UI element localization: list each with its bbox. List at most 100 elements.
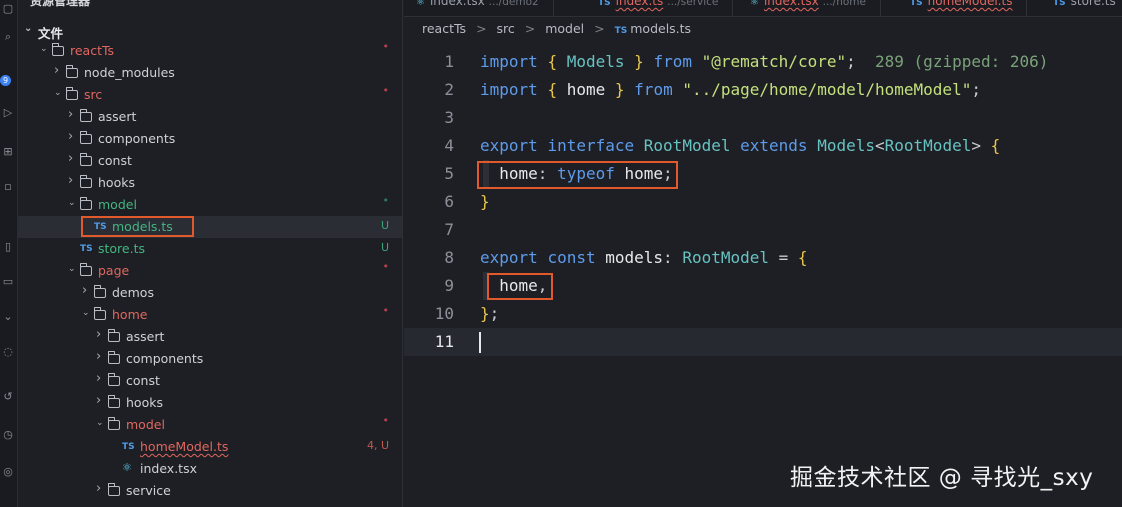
extensions-icon[interactable]: ⊞ (1, 145, 15, 159)
code-text: }; (480, 300, 499, 328)
folder-open-icon (80, 197, 92, 210)
code-token: from (653, 52, 692, 71)
tree-folder[interactable]: › const (18, 150, 402, 172)
line-number: 3 (444, 108, 454, 127)
tab-title: store.ts (1070, 0, 1116, 8)
tree-folder[interactable]: › hooks (18, 172, 402, 194)
tree-item-label: const (126, 373, 160, 388)
terminal-icon[interactable]: ▭ (1, 275, 15, 289)
timeline-icon[interactable]: ↺ (1, 390, 15, 404)
code-token: interface (547, 136, 635, 155)
breadcrumb-file[interactable]: models.ts (630, 21, 691, 36)
tree-item-label: hooks (126, 395, 163, 410)
breadcrumb-item[interactable]: src (497, 21, 515, 36)
search-icon[interactable]: ⌕ (1, 30, 15, 44)
tree-folder[interactable]: › components (18, 348, 402, 370)
git-status-badge: U (380, 219, 389, 232)
run-debug-icon[interactable]: ▷ (1, 106, 15, 120)
editor-tab[interactable]: TS index.ts .../service (586, 0, 734, 16)
explorer-icon[interactable]: ▢ (1, 2, 15, 16)
code-line[interactable]: 10}; (404, 300, 1122, 328)
tree-folder[interactable]: › assert (18, 106, 402, 128)
code-token: ; (489, 304, 500, 323)
code-token: from (634, 80, 673, 99)
tree-item-label: index.tsx (140, 461, 197, 476)
tree-item-label: model (98, 197, 137, 212)
code-token: const (547, 248, 596, 267)
tree-folder[interactable]: ⌄ page • (18, 260, 402, 282)
tree-folder[interactable]: › hooks (18, 392, 402, 414)
code-line[interactable]: 6} (404, 188, 1122, 216)
tree-file[interactable]: TS models.ts U (18, 216, 402, 238)
tab-description: .../home (822, 0, 866, 8)
tree-folder[interactable]: ⌄ model • (18, 194, 402, 216)
code-line[interactable]: 1 import { Models } from "@rematch/core";… (404, 48, 1122, 76)
files-section-header[interactable]: ⌄ 文件 (18, 21, 402, 41)
git-modified-dot: • (382, 194, 390, 207)
code-token: RootModel (643, 136, 731, 155)
tree-folder[interactable]: › assert (18, 326, 402, 348)
breadcrumb-item[interactable]: model (545, 21, 584, 36)
react-icon: ⚛ (416, 0, 425, 8)
tree-item-label: reactTs (70, 43, 115, 58)
git-modified-dot: • (382, 414, 390, 427)
tree-item-label: components (126, 351, 204, 366)
code-line[interactable]: 4 export interface RootModel extends Mode… (404, 132, 1122, 160)
tree-folder[interactable]: ⌄ reactTs • (18, 40, 402, 62)
code-line[interactable]: 3 (404, 104, 1122, 132)
account-icon[interactable]: ◎ (1, 465, 15, 479)
code-line[interactable]: 8 export const models: RootModel = { (404, 244, 1122, 272)
chevron-down-icon: ⌄ (82, 308, 90, 318)
tree-folder[interactable]: › demos (18, 282, 402, 304)
code-token: RootModel (682, 248, 770, 267)
line-number: 9 (444, 276, 454, 295)
tree-folder[interactable]: › const (18, 370, 402, 392)
breadcrumb-item[interactable]: reactTs (422, 21, 466, 36)
line-number: 11 (434, 332, 454, 351)
code-token: RootModel (884, 136, 972, 155)
tree-file[interactable]: TS homeModel.ts 4, U (18, 436, 402, 458)
flask-icon[interactable]: ⌄ (1, 310, 15, 324)
tree-item-label: store.ts (98, 241, 146, 256)
folder-open-icon (94, 307, 106, 320)
clock-icon[interactable]: ◷ (1, 428, 15, 442)
react-icon: ⚛ (122, 461, 132, 474)
tree-item-label: assert (98, 109, 137, 124)
explorer-title: 资源管理器 (30, 0, 91, 8)
code-text: export interface RootModel extends Model… (480, 132, 1000, 160)
typescript-icon: TS (80, 244, 93, 254)
code-token: ; (971, 80, 981, 99)
code-token: "../page/home/model/homeModel" (682, 80, 972, 99)
docker-icon[interactable]: ◌ (1, 345, 15, 359)
code-token: export (480, 136, 538, 155)
tree-folder[interactable]: › components (18, 128, 402, 150)
tree-folder[interactable]: ⌄ src • (18, 84, 402, 106)
code-token: { (990, 136, 1001, 155)
editor-tab[interactable]: TS store.ts (1041, 0, 1122, 16)
remote-icon[interactable]: ▫ (1, 180, 15, 194)
tree-folder[interactable]: › node_modules (18, 62, 402, 84)
editor-tab[interactable]: ⚛ index.tsx .../home (738, 0, 881, 16)
tab-title: index.ts (615, 0, 664, 8)
more-actions-icon[interactable]: ··· (377, 0, 390, 6)
git-status-badge: 4, U (366, 439, 389, 452)
code-line[interactable]: 7 (404, 216, 1122, 244)
code-token: > (971, 136, 991, 155)
tree-file[interactable]: TS store.ts U (18, 238, 402, 260)
chevron-down-icon: ⌄ (96, 418, 104, 428)
panel-icon[interactable]: ▯ (1, 240, 15, 254)
tree-folder[interactable]: › service (18, 480, 402, 502)
code-line[interactable]: 2 import { home } from "../page/home/mode… (404, 76, 1122, 104)
chevron-right-icon: › (68, 151, 74, 166)
editor-tab[interactable]: ⚛ index.tsx .../demo2 (404, 0, 554, 16)
tree-folder[interactable]: ⌄ model • (18, 414, 402, 436)
watermark: 掘金技术社区 @ 寻找光_sxy (790, 465, 1094, 491)
code-line[interactable]: 11 (404, 328, 1122, 356)
tree-folder[interactable]: ⌄ home • (18, 304, 402, 326)
tree-item-label: assert (126, 329, 165, 344)
editor-tab[interactable]: TS homeModel.ts (898, 0, 1028, 16)
tree-file[interactable]: ⚛ index.tsx (18, 458, 402, 480)
